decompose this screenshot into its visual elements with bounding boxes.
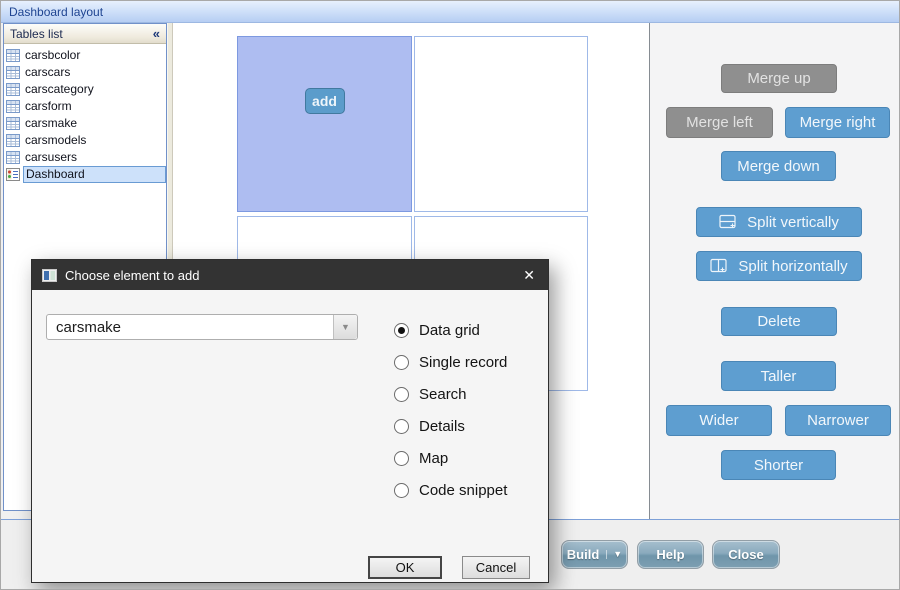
radio-circle bbox=[394, 387, 409, 402]
sidebar-item-carsusers[interactable]: carsusers bbox=[4, 149, 166, 166]
narrower-button[interactable]: Narrower bbox=[785, 405, 891, 436]
radio-circle bbox=[394, 483, 409, 498]
dialog-close-icon[interactable]: ✕ bbox=[520, 267, 538, 284]
merge-right-button[interactable]: Merge right bbox=[785, 107, 890, 138]
table-icon bbox=[6, 151, 20, 164]
sidebar-item-carscars[interactable]: carscars bbox=[4, 64, 166, 81]
app-window: Dashboard layout Tables list « carsbcolo… bbox=[0, 0, 900, 590]
table-name: carsmodels bbox=[23, 133, 88, 148]
wider-button[interactable]: Wider bbox=[666, 405, 772, 436]
split-horizontally-button[interactable]: Split horizontally bbox=[696, 251, 862, 281]
merge-down-label: Merge down bbox=[737, 158, 820, 175]
table-icon bbox=[6, 49, 20, 62]
table-name: carsform bbox=[23, 99, 74, 114]
help-label: Help bbox=[656, 547, 684, 562]
radio-circle bbox=[394, 323, 409, 338]
split-vertically-label: Split vertically bbox=[747, 214, 839, 231]
table-icon bbox=[6, 66, 20, 79]
ok-button[interactable]: OK bbox=[368, 556, 442, 579]
table-icon bbox=[6, 134, 20, 147]
table-combobox[interactable]: carsmake ▼ bbox=[46, 314, 358, 340]
split-horizontally-icon bbox=[710, 258, 729, 274]
taller-button[interactable]: Taller bbox=[721, 361, 836, 391]
dialog-titlebar: Choose element to add ✕ bbox=[32, 260, 548, 290]
sidebar-item-carscategory[interactable]: carscategory bbox=[4, 81, 166, 98]
radio-label: Details bbox=[419, 418, 465, 435]
merge-right-label: Merge right bbox=[800, 114, 876, 131]
radio-circle bbox=[394, 451, 409, 466]
table-icon bbox=[6, 117, 20, 130]
merge-left-button[interactable]: Merge left bbox=[666, 107, 773, 138]
dialog-title: Choose element to add bbox=[65, 268, 520, 283]
build-label: Build bbox=[567, 547, 600, 562]
combobox-caret-icon[interactable]: ▼ bbox=[333, 315, 357, 339]
window-title: Dashboard layout bbox=[9, 5, 103, 19]
taller-label: Taller bbox=[761, 368, 797, 385]
radio-single-record[interactable]: Single record bbox=[394, 352, 507, 372]
dialog-app-icon bbox=[42, 269, 57, 282]
delete-label: Delete bbox=[757, 313, 800, 330]
grid-cell-selected[interactable]: add bbox=[237, 36, 412, 212]
radio-map[interactable]: Map bbox=[394, 448, 448, 468]
radio-label: Data grid bbox=[419, 322, 480, 339]
combobox-value: carsmake bbox=[47, 319, 333, 336]
help-button[interactable]: Help bbox=[637, 540, 704, 569]
table-name: carsusers bbox=[23, 150, 79, 165]
merge-down-button[interactable]: Merge down bbox=[721, 151, 836, 181]
choose-element-dialog: Choose element to add ✕ carsmake ▼ Data … bbox=[31, 259, 549, 583]
sidebar-item-dashboard[interactable]: Dashboard bbox=[4, 166, 166, 183]
build-dropdown-caret-icon[interactable]: ▼ bbox=[606, 550, 622, 559]
table-name: carsbcolor bbox=[23, 48, 82, 63]
sidebar-item-carsform[interactable]: carsform bbox=[4, 98, 166, 115]
wider-label: Wider bbox=[699, 412, 738, 429]
radio-details[interactable]: Details bbox=[394, 416, 465, 436]
radio-label: Map bbox=[419, 450, 448, 467]
table-name: carsmake bbox=[23, 116, 79, 131]
grid-cell-top-right[interactable] bbox=[414, 36, 588, 212]
sidebar-item-carsmake[interactable]: carsmake bbox=[4, 115, 166, 132]
split-vertically-icon bbox=[719, 214, 738, 230]
sidebar-item-carsmodels[interactable]: carsmodels bbox=[4, 132, 166, 149]
tables-list-title: Tables list bbox=[10, 27, 63, 41]
add-button[interactable]: add bbox=[305, 88, 345, 114]
table-name: carscategory bbox=[23, 82, 96, 97]
tables-list-header: Tables list « bbox=[4, 24, 166, 44]
shorter-button[interactable]: Shorter bbox=[721, 450, 836, 480]
split-horizontally-label: Split horizontally bbox=[738, 258, 847, 275]
close-button[interactable]: Close bbox=[712, 540, 780, 569]
merge-up-button[interactable]: Merge up bbox=[721, 64, 837, 93]
layout-tools-panel: Merge up Merge left Merge right Merge do… bbox=[649, 23, 900, 519]
close-label: Close bbox=[728, 547, 763, 562]
build-button[interactable]: Build ▼ bbox=[561, 540, 628, 569]
radio-label: Single record bbox=[419, 354, 507, 371]
window-titlebar: Dashboard layout bbox=[1, 1, 900, 23]
radio-label: Code snippet bbox=[419, 482, 507, 499]
tables-list: carsbcolor carscars carscategory carsfor… bbox=[4, 44, 166, 183]
dashboard-icon bbox=[6, 168, 20, 181]
collapse-sidebar-icon[interactable]: « bbox=[153, 26, 160, 41]
radio-circle bbox=[394, 355, 409, 370]
narrower-label: Narrower bbox=[807, 412, 869, 429]
radio-circle bbox=[394, 419, 409, 434]
delete-button[interactable]: Delete bbox=[721, 307, 837, 336]
radio-code-snippet[interactable]: Code snippet bbox=[394, 480, 507, 500]
table-icon bbox=[6, 83, 20, 96]
merge-left-label: Merge left bbox=[686, 114, 753, 131]
radio-data-grid[interactable]: Data grid bbox=[394, 320, 480, 340]
sidebar-item-carsbcolor[interactable]: carsbcolor bbox=[4, 47, 166, 64]
shorter-label: Shorter bbox=[754, 457, 803, 474]
table-icon bbox=[6, 100, 20, 113]
table-name: carscars bbox=[23, 65, 72, 80]
radio-label: Search bbox=[419, 386, 467, 403]
merge-up-label: Merge up bbox=[747, 70, 810, 87]
radio-search[interactable]: Search bbox=[394, 384, 467, 404]
dashboard-item-label: Dashboard bbox=[23, 166, 166, 183]
cancel-button[interactable]: Cancel bbox=[462, 556, 530, 579]
split-vertically-button[interactable]: Split vertically bbox=[696, 207, 862, 237]
